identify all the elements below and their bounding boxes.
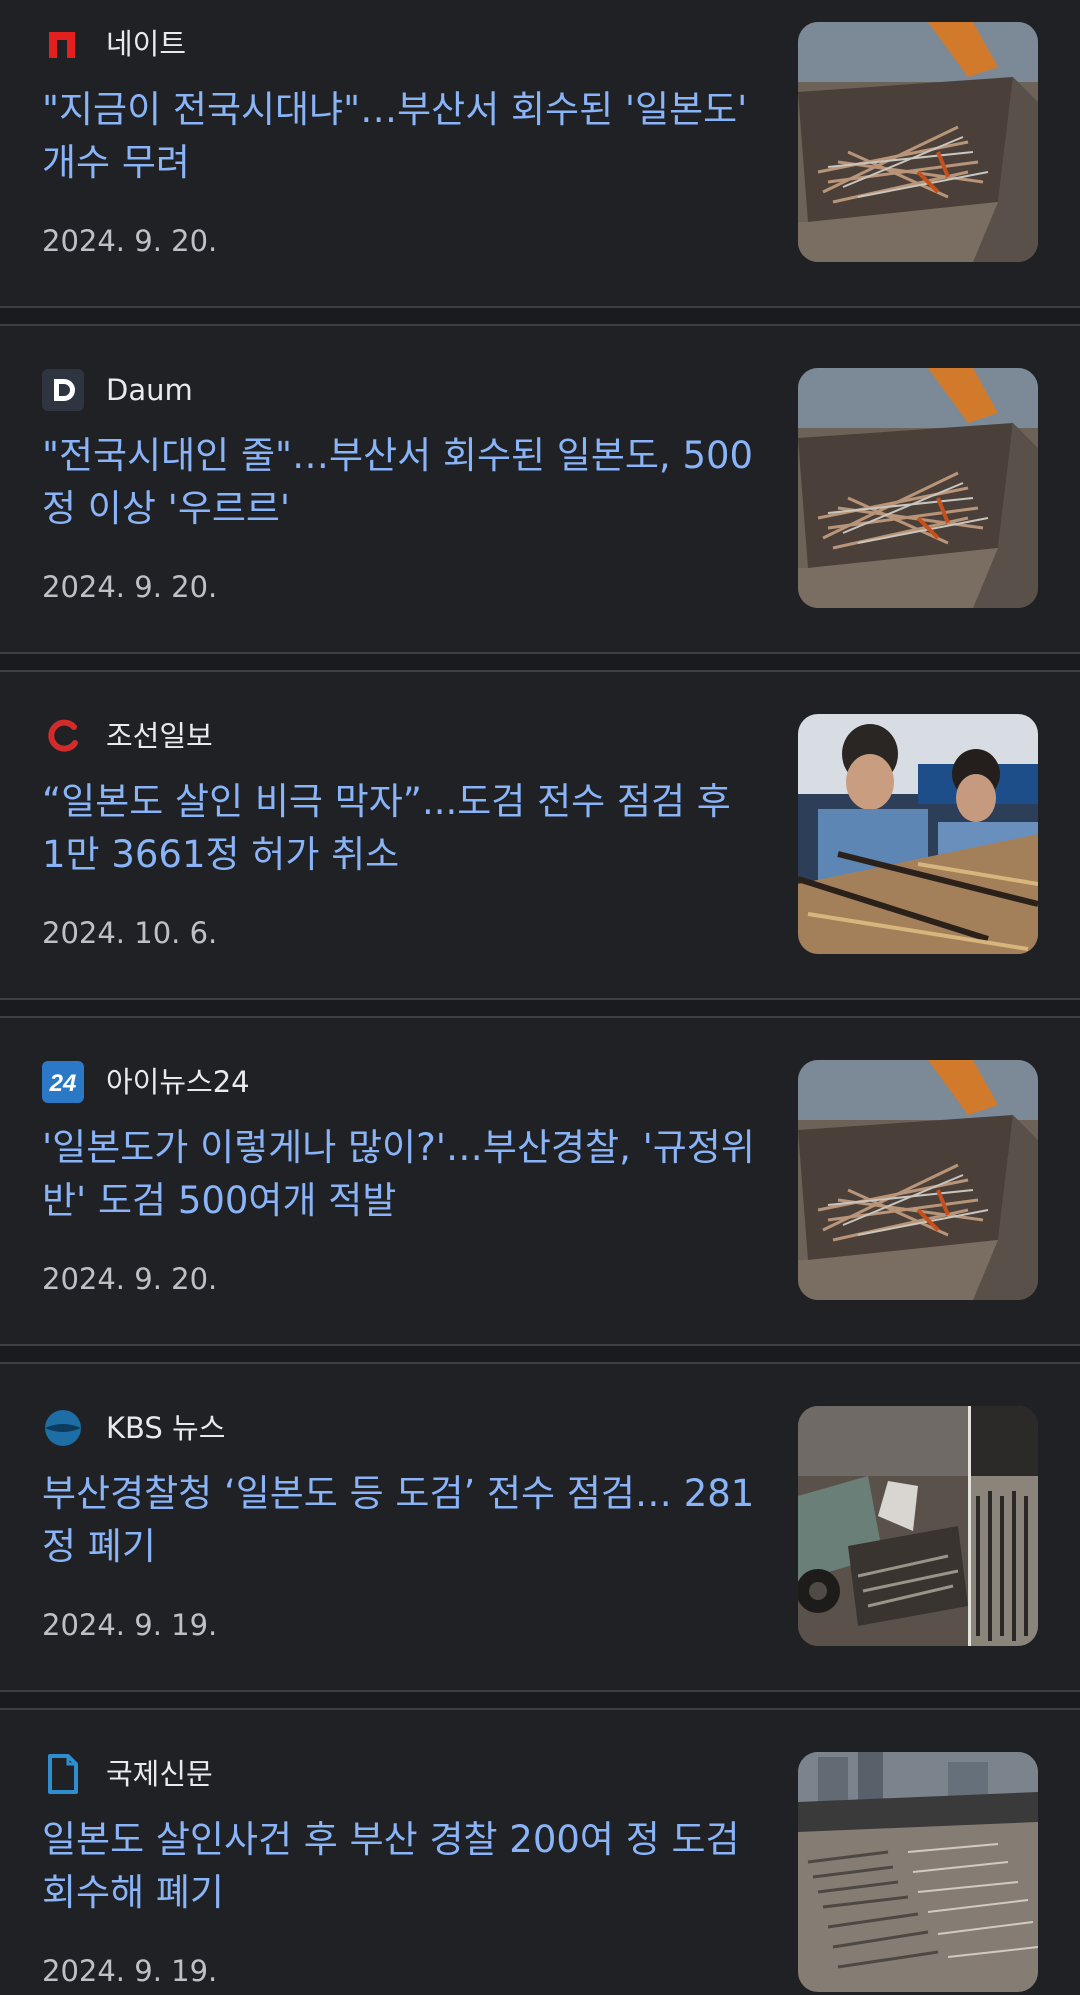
- source-name: 국제신문: [106, 1757, 213, 1791]
- loader-bucket-swords-image: [798, 368, 1038, 608]
- article-date: 2024. 10. 6.: [42, 916, 218, 950]
- news-feed: 네이트 "지금이 전국시대냐"…부산서 회수된 '일본도' 개수 무려 2024…: [0, 0, 1080, 1995]
- article-date: 2024. 9. 20.: [42, 570, 218, 604]
- article-thumbnail[interactable]: [798, 368, 1038, 608]
- news-card[interactable]: 24 아이뉴스24 '일본도가 이렇게나 많이?'…부산경찰, '규정위반' 도…: [0, 1038, 1080, 1364]
- article-date: 2024. 9. 20.: [42, 224, 218, 258]
- police-inspecting-swords-image: [798, 714, 1038, 954]
- daum-logo-icon: [42, 369, 84, 411]
- chosun-logo-icon: [42, 715, 84, 757]
- news-card[interactable]: KBS 뉴스 부산경찰청 ‘일본도 등 도검’ 전수 점검… 281정 폐기 2…: [0, 1384, 1080, 1710]
- news-source: Daum: [42, 369, 193, 411]
- article-thumbnail[interactable]: [798, 1406, 1038, 1646]
- source-name: KBS 뉴스: [106, 1411, 226, 1445]
- article-thumbnail[interactable]: [798, 714, 1038, 954]
- article-title[interactable]: '일본도가 이렇게나 많이?'…부산경찰, '규정위반' 도검 500여개 적발: [42, 1121, 764, 1227]
- article-thumbnail[interactable]: [798, 1752, 1038, 1992]
- news-source: 조선일보: [42, 716, 213, 756]
- inews24-logo-icon: 24: [42, 1061, 84, 1103]
- svg-text:24: 24: [49, 1070, 77, 1097]
- news-source: 국제신문: [42, 1754, 213, 1794]
- source-name: 네이트: [106, 27, 187, 61]
- card-separator: [0, 1690, 1080, 1710]
- article-title[interactable]: 일본도 살인사건 후 부산 경찰 200여 정 도검 회수해 폐기: [42, 1813, 764, 1919]
- article-thumbnail[interactable]: [798, 22, 1038, 262]
- article-thumbnail[interactable]: [798, 1060, 1038, 1300]
- kbs-logo-icon: [42, 1407, 84, 1449]
- card-separator: [0, 306, 1080, 326]
- card-separator: [0, 998, 1080, 1018]
- sword-disposal-truck-image: [798, 1406, 1038, 1646]
- article-date: 2024. 9. 19.: [42, 1608, 218, 1642]
- article-title[interactable]: "지금이 전국시대냐"…부산서 회수된 '일본도' 개수 무려: [42, 83, 764, 189]
- article-title[interactable]: 부산경찰청 ‘일본도 등 도검’ 전수 점검… 281정 폐기: [42, 1467, 764, 1573]
- news-card[interactable]: 국제신문 일본도 살인사건 후 부산 경찰 200여 정 도검 회수해 폐기 2…: [0, 1730, 1080, 1995]
- swords-laid-on-ground-image: [798, 1752, 1038, 1992]
- card-separator: [0, 1344, 1080, 1364]
- news-card[interactable]: Daum "전국시대인 줄"…부산서 회수된 일본도, 500정 이상 '우르르…: [0, 346, 1080, 672]
- card-separator: [0, 652, 1080, 672]
- source-name: 아이뉴스24: [106, 1065, 250, 1099]
- article-title[interactable]: “일본도 살인 비극 막자”...도검 전수 점검 후 1만 3661정 허가 …: [42, 775, 764, 881]
- nate-logo-icon: [42, 23, 84, 65]
- document-icon: [42, 1753, 84, 1795]
- loader-bucket-swords-image: [798, 1060, 1038, 1300]
- source-name: 조선일보: [106, 719, 213, 753]
- article-date: 2024. 9. 20.: [42, 1262, 218, 1296]
- news-source: 네이트: [42, 24, 186, 64]
- news-card[interactable]: 조선일보 “일본도 살인 비극 막자”...도검 전수 점검 후 1만 3661…: [0, 692, 1080, 1018]
- article-title[interactable]: "전국시대인 줄"…부산서 회수된 일본도, 500정 이상 '우르르': [42, 429, 764, 535]
- source-name: Daum: [106, 373, 193, 407]
- article-date: 2024. 9. 19.: [42, 1954, 218, 1988]
- loader-bucket-swords-image: [798, 22, 1038, 262]
- news-source: KBS 뉴스: [42, 1408, 225, 1448]
- news-source: 24 아이뉴스24: [42, 1061, 250, 1103]
- news-card[interactable]: 네이트 "지금이 전국시대냐"…부산서 회수된 '일본도' 개수 무려 2024…: [0, 0, 1080, 326]
